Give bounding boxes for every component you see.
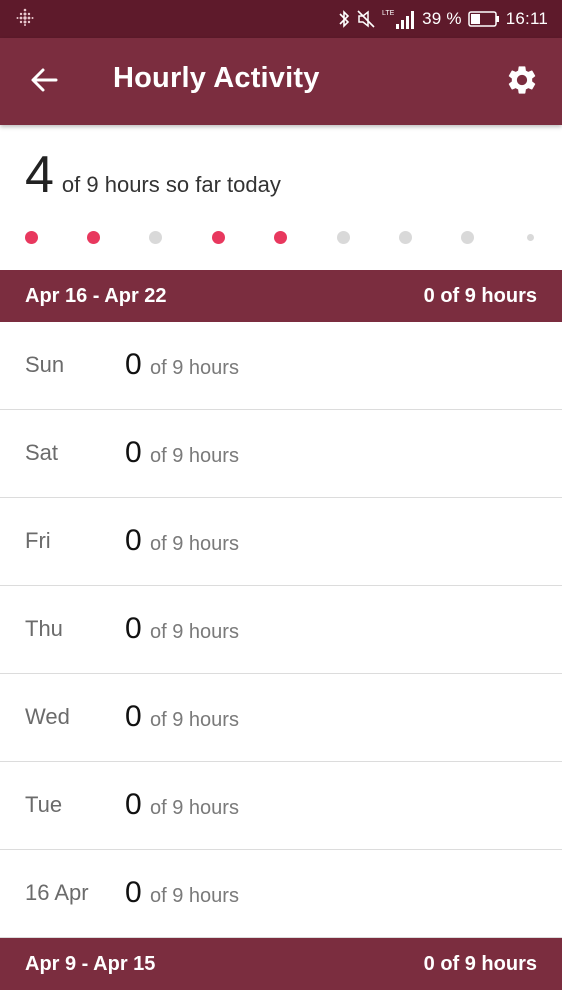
- day-row[interactable]: Thu 0 of 9 hours: [0, 586, 562, 674]
- battery-percent: 39 %: [422, 9, 462, 28]
- week-total: 0 of 9 hours: [423, 952, 537, 975]
- today-hours-text: of 9 hours so far today: [61, 172, 281, 197]
- day-count: 0: [125, 700, 142, 733]
- day-label: Thu: [25, 616, 63, 641]
- day-label: 16 Apr: [25, 880, 89, 905]
- today-hours-count: 4: [25, 146, 54, 204]
- lte-signal-icon: LTE: [382, 8, 416, 30]
- status-bar: LTE 39 % 16:11: [0, 0, 562, 38]
- gear-icon: [505, 63, 539, 102]
- week-range: Apr 9 - Apr 15: [25, 952, 156, 975]
- hour-dot: [274, 231, 287, 244]
- day-count: 0: [125, 876, 142, 909]
- hour-dot: [87, 231, 100, 244]
- status-right: LTE 39 % 16:11: [338, 8, 548, 30]
- day-label: Tue: [25, 792, 63, 817]
- fitbit-icon: [16, 8, 34, 31]
- day-label: Sat: [25, 440, 59, 465]
- hour-dot: [25, 231, 38, 244]
- hourly-dots: [0, 231, 562, 245]
- day-goal-text: of 9 hours: [150, 621, 239, 643]
- day-goal-text: of 9 hours: [150, 533, 239, 555]
- hour-dot: [461, 231, 474, 244]
- back-button[interactable]: [26, 64, 62, 100]
- day-row[interactable]: Sat 0 of 9 hours: [0, 410, 562, 498]
- hour-dot: [149, 231, 162, 244]
- clock: 16:11: [505, 9, 548, 28]
- day-label: Fri: [25, 528, 51, 553]
- day-goal-text: of 9 hours: [150, 445, 239, 467]
- hour-dot: [527, 234, 534, 241]
- day-label: Sun: [25, 352, 65, 377]
- day-count: 0: [125, 612, 142, 645]
- app-bar: Hourly Activity: [0, 38, 562, 125]
- today-summary: 4 of 9 hours so far today: [0, 125, 562, 270]
- day-row[interactable]: Fri 0 of 9 hours: [0, 498, 562, 586]
- settings-button[interactable]: [502, 62, 542, 102]
- hour-dot: [212, 231, 225, 244]
- day-row[interactable]: 16 Apr 0 of 9 hours: [0, 850, 562, 938]
- battery-icon: [467, 11, 500, 27]
- status-left: [16, 8, 34, 31]
- arrow-left-icon: [30, 66, 58, 99]
- day-count: 0: [125, 524, 142, 557]
- mute-icon: [356, 9, 376, 29]
- svg-text:LTE: LTE: [382, 10, 395, 17]
- day-label: Wed: [25, 704, 70, 729]
- day-count: 0: [125, 436, 142, 469]
- today-summary-line: 4 of 9 hours so far today: [25, 149, 281, 201]
- day-goal-text: of 9 hours: [150, 885, 239, 907]
- day-row[interactable]: Sun 0 of 9 hours: [0, 322, 562, 410]
- week-header[interactable]: Apr 9 - Apr 15 0 of 9 hours: [0, 938, 562, 990]
- day-goal-text: of 9 hours: [150, 357, 239, 379]
- day-goal-text: of 9 hours: [150, 709, 239, 731]
- day-row[interactable]: Tue 0 of 9 hours: [0, 762, 562, 850]
- week-total: 0 of 9 hours: [423, 284, 537, 307]
- page-title: Hourly Activity: [113, 62, 320, 94]
- hour-dot: [399, 231, 412, 244]
- hour-dot: [337, 231, 350, 244]
- bluetooth-icon: [338, 9, 350, 29]
- day-count: 0: [125, 788, 142, 821]
- week-range: Apr 16 - Apr 22: [25, 284, 167, 307]
- day-count: 0: [125, 348, 142, 381]
- day-row[interactable]: Wed 0 of 9 hours: [0, 674, 562, 762]
- day-goal-text: of 9 hours: [150, 797, 239, 819]
- week-header[interactable]: Apr 16 - Apr 22 0 of 9 hours: [0, 270, 562, 322]
